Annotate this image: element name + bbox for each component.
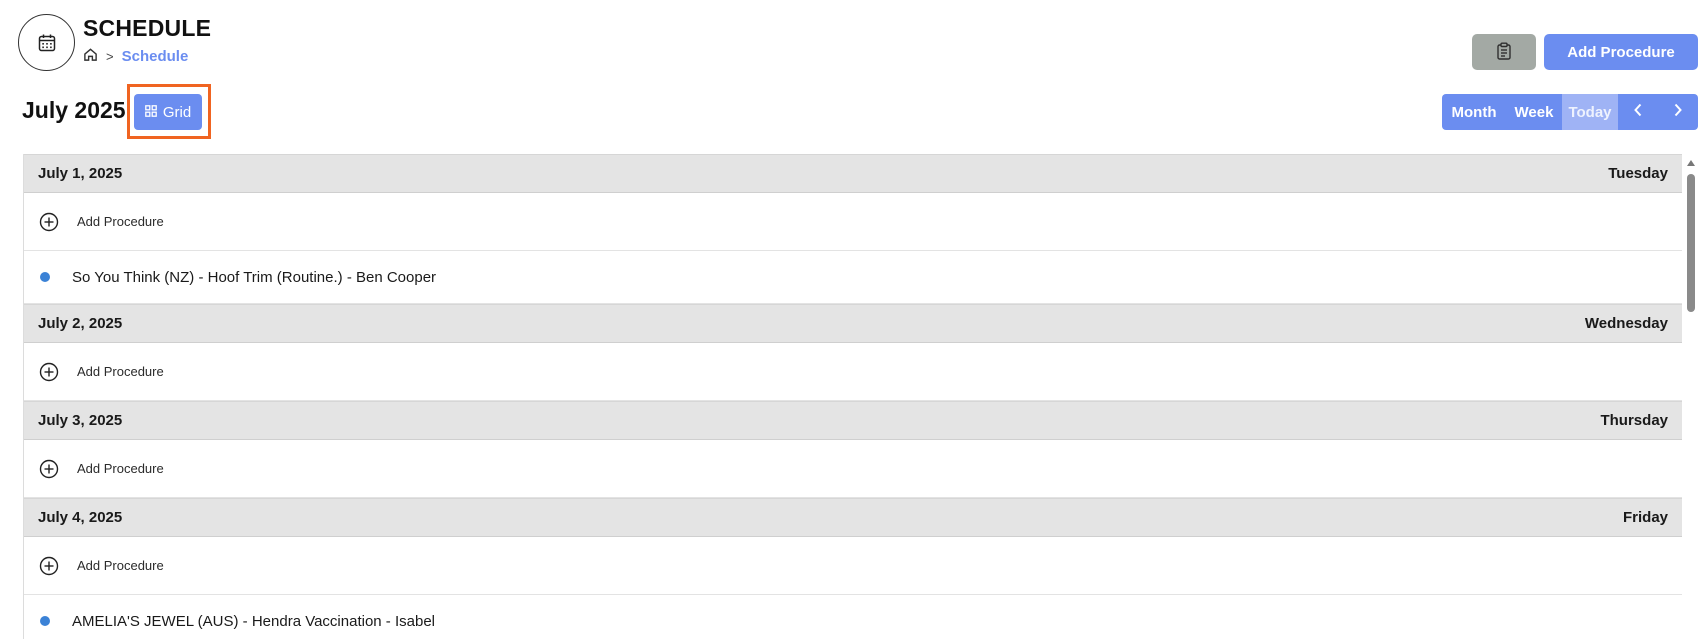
breadcrumb-separator: >: [106, 49, 114, 64]
day-weekday: Wednesday: [1584, 315, 1668, 332]
day-weekday: Tuesday: [1608, 165, 1668, 182]
day-date: July 2, 2025: [38, 315, 123, 332]
day-date: July 3, 2025: [38, 412, 123, 429]
chevron-left-icon: [1633, 103, 1643, 121]
day-date: July 4, 2025: [38, 509, 123, 526]
grid-button-label: Grid: [162, 103, 192, 121]
add-procedure-button[interactable]: Add Procedure: [1544, 34, 1698, 70]
event-dot-icon: [40, 616, 50, 626]
schedule-list: July 1, 2025 Tuesday Add Procedure So Yo…: [23, 154, 1682, 639]
home-icon[interactable]: [83, 47, 98, 66]
add-procedure-row[interactable]: Add Procedure: [24, 537, 1682, 595]
today-button[interactable]: Today: [1562, 94, 1618, 130]
add-procedure-label: Add Procedure: [77, 214, 164, 229]
scrollbar[interactable]: [1684, 156, 1698, 639]
event-dot-icon: [40, 272, 50, 282]
plus-circle-icon: [39, 212, 59, 231]
day-date: July 1, 2025: [38, 165, 123, 182]
breadcrumb: > Schedule: [83, 47, 188, 66]
calendar-icon: [18, 14, 75, 71]
plus-circle-icon: [39, 459, 59, 478]
chevron-right-icon: [1673, 103, 1683, 121]
event-row[interactable]: So You Think (NZ) - Hoof Trim (Routine.)…: [24, 251, 1682, 304]
event-row[interactable]: AMELIA'S JEWEL (AUS) - Hendra Vaccinatio…: [24, 595, 1682, 639]
view-switcher: Month Week Today: [1442, 94, 1698, 130]
add-procedure-label: Add Procedure: [77, 461, 164, 476]
day-header: July 2, 2025 Wednesday: [24, 304, 1682, 343]
day-header: July 3, 2025 Thursday: [24, 401, 1682, 440]
add-procedure-row[interactable]: Add Procedure: [24, 440, 1682, 498]
page-title: SCHEDULE: [83, 15, 212, 41]
event-text: AMELIA'S JEWEL (AUS) - Hendra Vaccinatio…: [72, 612, 435, 630]
add-procedure-label: Add Procedure: [77, 558, 164, 573]
clipboard-icon: [1496, 42, 1512, 63]
previous-button[interactable]: [1618, 94, 1658, 130]
plus-circle-icon: [39, 556, 59, 575]
add-procedure-row[interactable]: Add Procedure: [24, 193, 1682, 251]
event-text: So You Think (NZ) - Hoof Trim (Routine.)…: [72, 268, 437, 286]
scroll-thumb[interactable]: [1687, 174, 1695, 312]
add-procedure-label: Add Procedure: [77, 364, 164, 379]
next-button[interactable]: [1658, 94, 1698, 130]
grid-view-button[interactable]: Grid: [134, 94, 202, 130]
day-weekday: Thursday: [1600, 412, 1668, 429]
grid-icon: [144, 104, 157, 121]
day-header: July 4, 2025 Friday: [24, 498, 1682, 537]
day-header: July 1, 2025 Tuesday: [24, 154, 1682, 193]
add-procedure-row[interactable]: Add Procedure: [24, 343, 1682, 401]
day-weekday: Friday: [1622, 509, 1668, 526]
month-view-button[interactable]: Month: [1442, 94, 1506, 130]
clipboard-button[interactable]: [1472, 34, 1536, 70]
week-view-button[interactable]: Week: [1506, 94, 1562, 130]
month-label: July 2025: [22, 97, 126, 123]
plus-circle-icon: [39, 362, 59, 381]
scroll-up-arrow-icon[interactable]: [1687, 160, 1695, 166]
breadcrumb-current[interactable]: Schedule: [122, 48, 189, 65]
